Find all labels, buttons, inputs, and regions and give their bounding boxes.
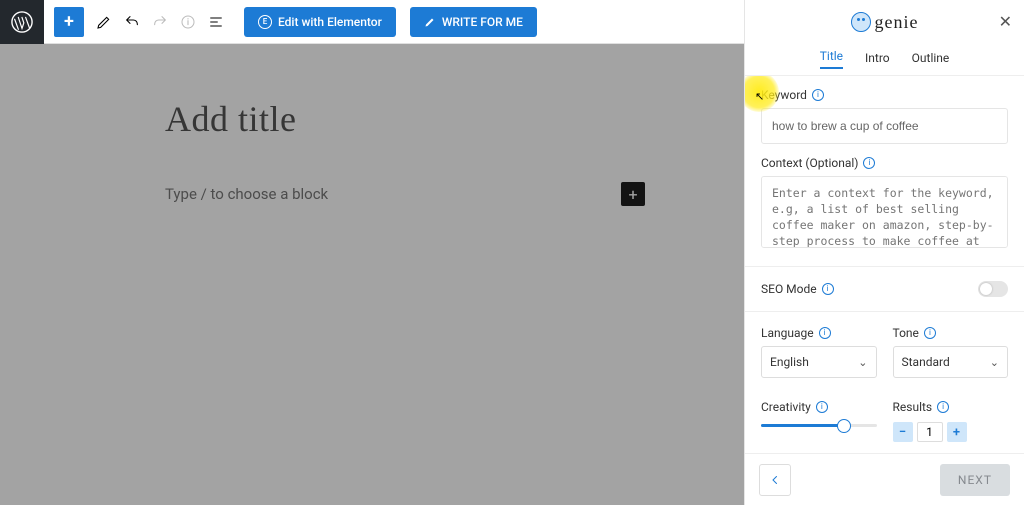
seo-mode-label: SEO Mode i <box>761 282 834 296</box>
info-icon[interactable] <box>174 0 202 44</box>
context-input[interactable] <box>761 176 1008 248</box>
creativity-slider[interactable] <box>761 424 877 427</box>
panel-header: genie ✕ <box>745 0 1024 44</box>
tab-intro[interactable]: Intro <box>865 51 890 69</box>
info-icon[interactable]: i <box>937 401 949 413</box>
tone-select[interactable]: Standard ⌄ <box>893 346 1009 378</box>
increment-button[interactable]: + <box>947 422 967 442</box>
keyword-label: Keyword i <box>761 88 1008 102</box>
next-button[interactable]: NEXT <box>940 464 1010 496</box>
info-icon[interactable]: i <box>863 157 875 169</box>
wordpress-logo[interactable] <box>0 0 44 44</box>
genie-panel: genie ✕ Title Intro Outline Keyword i Co… <box>744 0 1024 505</box>
slider-thumb[interactable] <box>837 419 851 433</box>
chevron-down-icon: ⌄ <box>858 356 867 369</box>
language-select[interactable]: English ⌄ <box>761 346 877 378</box>
edit-with-elementor-button[interactable]: E Edit with Elementor <box>244 7 396 37</box>
edit-with-elementor-label: Edit with Elementor <box>278 15 382 29</box>
write-for-me-label: WRITE FOR ME <box>442 15 523 29</box>
undo-icon[interactable] <box>118 0 146 44</box>
back-button[interactable] <box>759 464 791 496</box>
panel-body: Keyword i Context (Optional) i SEO Mode … <box>745 76 1024 453</box>
results-value[interactable]: 1 <box>917 422 943 442</box>
chevron-down-icon: ⌄ <box>990 356 999 369</box>
seo-mode-toggle[interactable] <box>978 281 1008 297</box>
add-block-button[interactable]: + <box>54 7 84 37</box>
results-stepper: − 1 + <box>893 422 1009 442</box>
decrement-button[interactable]: − <box>893 422 913 442</box>
document-outline-icon[interactable] <box>202 0 230 44</box>
panel-footer: NEXT <box>745 453 1024 505</box>
genie-brand-text: genie <box>875 12 919 33</box>
info-icon[interactable]: i <box>816 401 828 413</box>
chevron-left-icon <box>769 474 781 486</box>
pen-icon <box>424 16 436 28</box>
keyword-input[interactable] <box>761 108 1008 144</box>
tone-label: Tone i <box>893 326 1009 340</box>
info-icon[interactable]: i <box>819 327 831 339</box>
info-icon[interactable]: i <box>822 283 834 295</box>
tab-title[interactable]: Title <box>820 49 843 69</box>
info-icon[interactable]: i <box>812 89 824 101</box>
info-icon[interactable]: i <box>924 327 936 339</box>
edit-mode-icon[interactable] <box>90 0 118 44</box>
creativity-label: Creativity i <box>761 400 877 414</box>
genie-logo: genie <box>851 12 919 33</box>
modal-backdrop[interactable] <box>0 44 744 505</box>
elementor-icon: E <box>258 15 272 29</box>
results-label: Results i <box>893 400 1009 414</box>
editor-canvas: Add title Type / to choose a block + <box>0 44 744 505</box>
tab-outline[interactable]: Outline <box>912 51 950 69</box>
redo-icon[interactable] <box>146 0 174 44</box>
write-for-me-button[interactable]: WRITE FOR ME <box>410 7 537 37</box>
close-icon[interactable]: ✕ <box>999 12 1012 31</box>
language-label: Language i <box>761 326 877 340</box>
context-label: Context (Optional) i <box>761 156 1008 170</box>
genie-face-icon <box>851 12 871 32</box>
seo-mode-row: SEO Mode i <box>761 281 1008 297</box>
panel-tabs: Title Intro Outline <box>745 44 1024 76</box>
